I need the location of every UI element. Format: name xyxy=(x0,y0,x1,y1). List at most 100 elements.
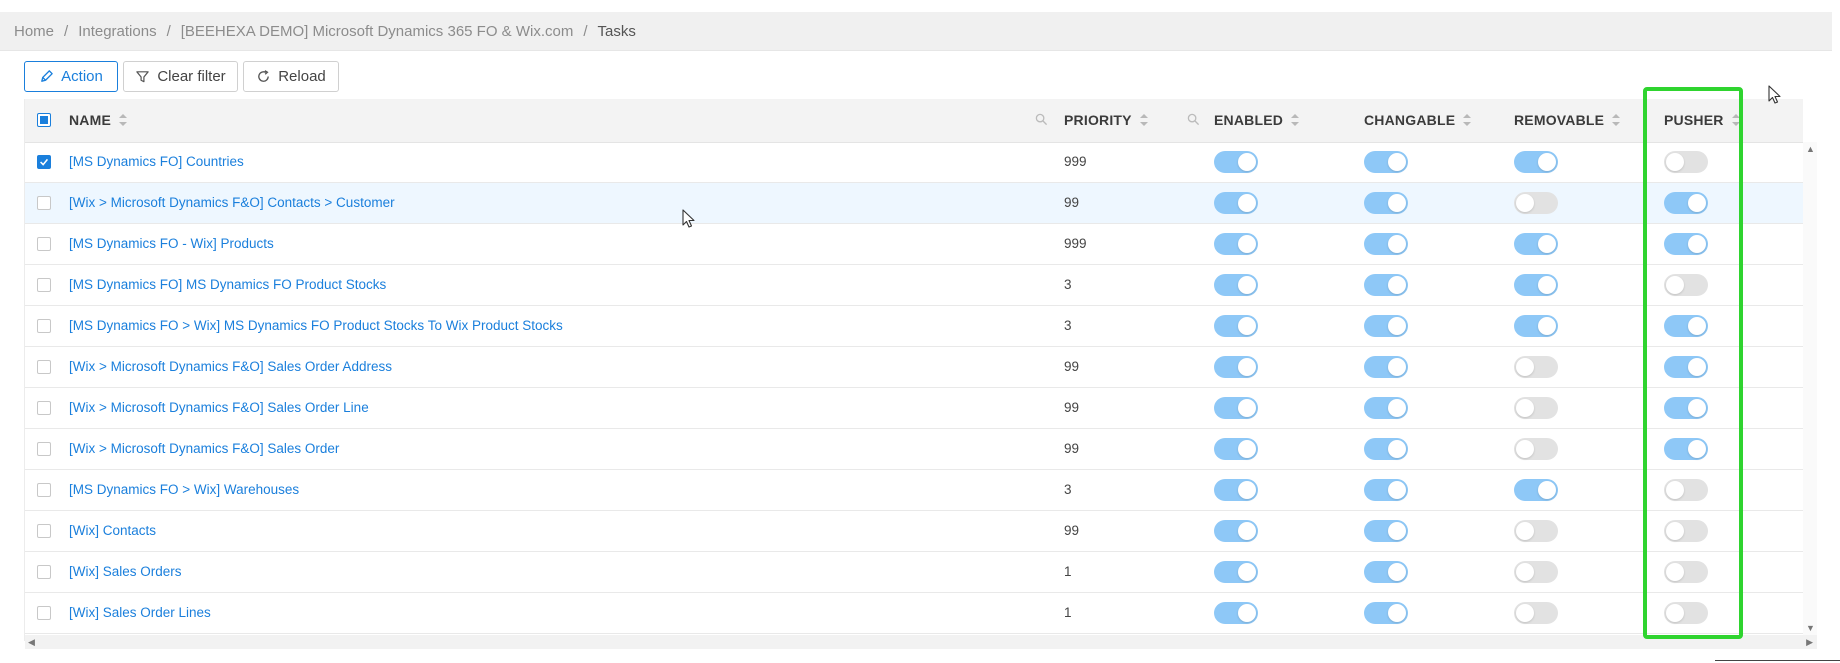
changable-toggle[interactable] xyxy=(1364,561,1408,583)
row-checkbox[interactable] xyxy=(37,319,51,333)
table-row[interactable]: [MS Dynamics FO] Countries 999 xyxy=(25,142,1803,183)
row-checkbox[interactable] xyxy=(37,483,51,497)
removable-toggle[interactable] xyxy=(1514,602,1558,624)
enabled-toggle[interactable] xyxy=(1214,192,1258,214)
table-row[interactable]: [MS Dynamics FO > Wix] Warehouses 3 xyxy=(25,470,1803,511)
sort-icon[interactable] xyxy=(1612,114,1621,126)
removable-toggle[interactable] xyxy=(1514,315,1558,337)
toggle-knob xyxy=(1538,235,1556,253)
removable-toggle[interactable] xyxy=(1514,397,1558,419)
table-row[interactable]: [Wix] Contacts 99 xyxy=(25,511,1803,552)
row-checkbox[interactable] xyxy=(37,360,51,374)
changable-toggle[interactable] xyxy=(1364,602,1408,624)
scroll-up-arrow-icon[interactable]: ▲ xyxy=(1806,144,1815,154)
task-name-link[interactable]: [Wix] Sales Order Lines xyxy=(69,605,211,620)
sort-icon[interactable] xyxy=(1139,114,1148,126)
table-row[interactable]: [MS Dynamics FO - Wix] Products 999 xyxy=(25,224,1803,265)
task-name-link[interactable]: [Wix > Microsoft Dynamics F&O] Sales Ord… xyxy=(69,400,369,415)
row-checkbox[interactable] xyxy=(37,237,51,251)
changable-toggle[interactable] xyxy=(1364,274,1408,296)
row-checkbox[interactable] xyxy=(37,565,51,579)
changable-toggle[interactable] xyxy=(1364,233,1408,255)
changable-toggle[interactable] xyxy=(1364,151,1408,173)
toggle-knob xyxy=(1388,194,1406,212)
row-checkbox[interactable] xyxy=(37,401,51,415)
enabled-toggle[interactable] xyxy=(1214,397,1258,419)
column-header-priority[interactable]: PRIORITY xyxy=(1064,112,1148,128)
task-name-link[interactable]: [MS Dynamics FO] MS Dynamics FO Product … xyxy=(69,277,386,292)
select-all-checkbox[interactable] xyxy=(37,113,51,127)
vertical-scrollbar[interactable]: ▲ ▼ xyxy=(1803,142,1817,635)
column-header-removable[interactable]: REMOVABLE xyxy=(1514,112,1621,128)
changable-toggle[interactable] xyxy=(1364,192,1408,214)
enabled-toggle[interactable] xyxy=(1214,151,1258,173)
sort-icon[interactable] xyxy=(1463,114,1472,126)
removable-toggle[interactable] xyxy=(1514,151,1558,173)
reload-button[interactable]: Reload xyxy=(243,61,339,92)
enabled-toggle[interactable] xyxy=(1214,356,1258,378)
table-row[interactable]: [Wix] Sales Order Lines 1 xyxy=(25,593,1803,634)
column-header-name[interactable]: NAME xyxy=(69,112,128,128)
toggle-knob xyxy=(1388,563,1406,581)
changable-toggle[interactable] xyxy=(1364,479,1408,501)
enabled-toggle[interactable] xyxy=(1214,479,1258,501)
breadcrumb-home[interactable]: Home xyxy=(14,23,54,40)
removable-toggle[interactable] xyxy=(1514,274,1558,296)
task-name-link[interactable]: [MS Dynamics FO > Wix] MS Dynamics FO Pr… xyxy=(69,318,563,333)
table-row[interactable]: [Wix > Microsoft Dynamics F&O] Contacts … xyxy=(25,183,1803,224)
removable-toggle[interactable] xyxy=(1514,356,1558,378)
removable-toggle[interactable] xyxy=(1514,479,1558,501)
enabled-toggle[interactable] xyxy=(1214,438,1258,460)
breadcrumb-integrations[interactable]: Integrations xyxy=(78,23,156,40)
table-row[interactable]: [Wix > Microsoft Dynamics F&O] Sales Ord… xyxy=(25,429,1803,470)
changable-toggle[interactable] xyxy=(1364,438,1408,460)
scroll-down-arrow-icon[interactable]: ▼ xyxy=(1806,623,1815,633)
task-name-link[interactable]: [MS Dynamics FO] Countries xyxy=(69,154,244,169)
changable-toggle[interactable] xyxy=(1364,520,1408,542)
scroll-left-arrow-icon[interactable]: ◀ xyxy=(28,637,35,648)
clear-filter-button[interactable]: Clear filter xyxy=(123,61,238,92)
enabled-toggle[interactable] xyxy=(1214,561,1258,583)
task-name-link[interactable]: [MS Dynamics FO > Wix] Warehouses xyxy=(69,482,299,497)
task-name-link[interactable]: [MS Dynamics FO - Wix] Products xyxy=(69,236,274,251)
row-checkbox[interactable] xyxy=(37,196,51,210)
enabled-toggle[interactable] xyxy=(1214,315,1258,337)
enabled-toggle[interactable] xyxy=(1214,520,1258,542)
table-row[interactable]: [MS Dynamics FO > Wix] MS Dynamics FO Pr… xyxy=(25,306,1803,347)
row-checkbox[interactable] xyxy=(37,155,51,169)
task-name-link[interactable]: [Wix > Microsoft Dynamics F&O] Contacts … xyxy=(69,195,395,210)
task-name-link[interactable]: [Wix > Microsoft Dynamics F&O] Sales Ord… xyxy=(69,441,339,456)
row-checkbox[interactable] xyxy=(37,524,51,538)
task-name-link[interactable]: [Wix] Contacts xyxy=(69,523,156,538)
table-row[interactable]: [Wix > Microsoft Dynamics F&O] Sales Ord… xyxy=(25,347,1803,388)
removable-toggle[interactable] xyxy=(1514,438,1558,460)
action-button[interactable]: Action xyxy=(24,61,118,92)
column-header-enabled[interactable]: ENABLED xyxy=(1214,112,1300,128)
sort-icon[interactable] xyxy=(119,114,128,126)
enabled-toggle[interactable] xyxy=(1214,233,1258,255)
search-icon[interactable] xyxy=(1035,113,1048,126)
removable-toggle[interactable] xyxy=(1514,192,1558,214)
task-name-link[interactable]: [Wix > Microsoft Dynamics F&O] Sales Ord… xyxy=(69,359,392,374)
row-checkbox[interactable] xyxy=(37,278,51,292)
changable-toggle[interactable] xyxy=(1364,397,1408,419)
row-checkbox[interactable] xyxy=(37,442,51,456)
enabled-toggle[interactable] xyxy=(1214,602,1258,624)
scroll-right-arrow-icon[interactable]: ▶ xyxy=(1806,637,1813,648)
removable-toggle[interactable] xyxy=(1514,561,1558,583)
row-checkbox[interactable] xyxy=(37,606,51,620)
table-row[interactable]: [Wix] Sales Orders 1 xyxy=(25,552,1803,593)
search-icon[interactable] xyxy=(1187,113,1200,126)
table-row[interactable]: [MS Dynamics FO] MS Dynamics FO Product … xyxy=(25,265,1803,306)
changable-toggle[interactable] xyxy=(1364,315,1408,337)
table-row[interactable]: [Wix > Microsoft Dynamics F&O] Sales Ord… xyxy=(25,388,1803,429)
enabled-toggle[interactable] xyxy=(1214,274,1258,296)
breadcrumb-integration[interactable]: [BEEHEXA DEMO] Microsoft Dynamics 365 FO… xyxy=(181,23,574,40)
task-name-link[interactable]: [Wix] Sales Orders xyxy=(69,564,182,579)
removable-toggle[interactable] xyxy=(1514,233,1558,255)
column-header-changable[interactable]: CHANGABLE xyxy=(1364,112,1472,128)
removable-toggle[interactable] xyxy=(1514,520,1558,542)
changable-toggle[interactable] xyxy=(1364,356,1408,378)
horizontal-scrollbar[interactable]: ◀ ▶ xyxy=(25,635,1817,649)
sort-icon[interactable] xyxy=(1291,114,1300,126)
